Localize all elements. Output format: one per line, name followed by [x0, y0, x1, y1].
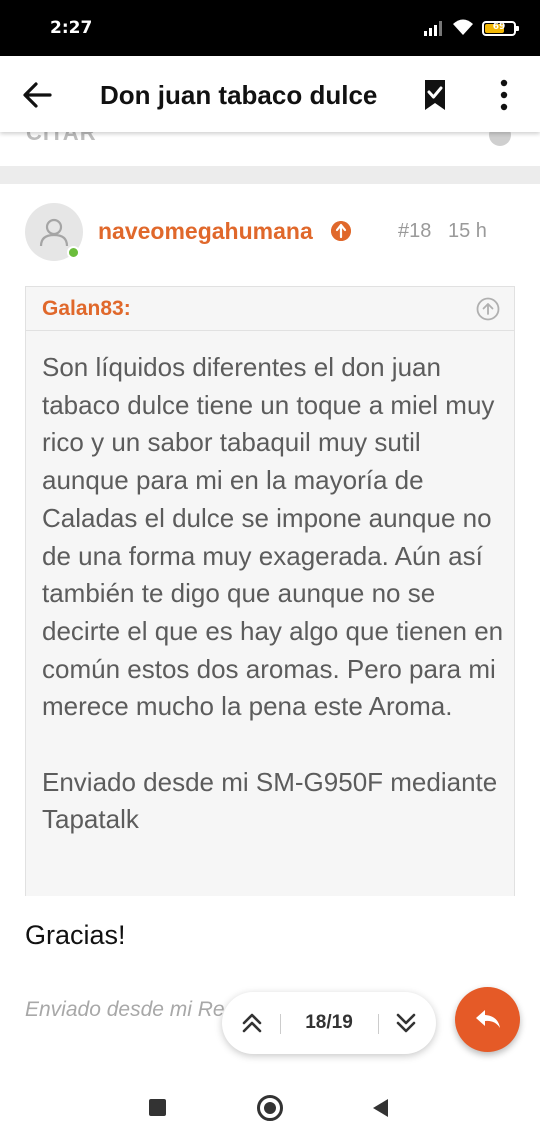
pager-divider	[378, 1014, 379, 1034]
home-icon[interactable]	[257, 1095, 283, 1121]
battery-icon: 69	[482, 21, 519, 36]
user-silhouette-icon	[39, 218, 69, 247]
post-timestamp: 15 h	[448, 220, 487, 242]
status-bar: 2:27 69	[0, 0, 540, 56]
thread-title: Don juan tabaco dulce	[100, 80, 378, 110]
double-chevron-up-icon[interactable]	[236, 1008, 268, 1038]
status-time: 2:27	[50, 18, 93, 38]
quote-header: Galan83:	[26, 287, 514, 331]
nav-back-icon[interactable]	[371, 1098, 389, 1118]
quote-author[interactable]: Galan83:	[42, 297, 131, 321]
pager-divider	[280, 1014, 281, 1034]
signal-icon	[424, 21, 442, 36]
quote-text: Son líquidos diferentes el don juan taba…	[42, 352, 504, 835]
app-toolbar: Don juan tabaco dulce	[0, 56, 540, 132]
more-options-icon[interactable]	[490, 78, 518, 112]
quoted-message: Galan83: Son líquidos diferentes el don …	[25, 286, 515, 896]
post-separator	[0, 166, 540, 184]
post-body: Gracias!	[25, 920, 126, 950]
wifi-icon	[453, 19, 473, 35]
recents-icon[interactable]	[149, 1099, 166, 1116]
online-status-dot	[67, 246, 80, 259]
user-badge-icon	[331, 221, 351, 241]
page-navigator: 18/19	[222, 992, 436, 1054]
reply-icon	[476, 1010, 500, 1028]
double-chevron-down-icon[interactable]	[390, 1008, 422, 1038]
reply-button[interactable]	[455, 987, 520, 1052]
back-arrow-icon[interactable]	[20, 78, 54, 112]
battery-percent: 69	[492, 22, 506, 32]
post-number: #18	[398, 220, 432, 242]
close-icon[interactable]	[489, 132, 511, 146]
previous-post-footer: CITAR	[0, 132, 540, 166]
bookmark-icon[interactable]	[420, 78, 450, 112]
system-nav-bar	[0, 1076, 540, 1140]
post-username[interactable]: naveomegahumana	[98, 218, 313, 245]
quote-jump-up-icon[interactable]	[476, 297, 500, 321]
page-indicator[interactable]: 18/19	[282, 1012, 376, 1034]
quote-button[interactable]: CITAR	[26, 132, 97, 146]
